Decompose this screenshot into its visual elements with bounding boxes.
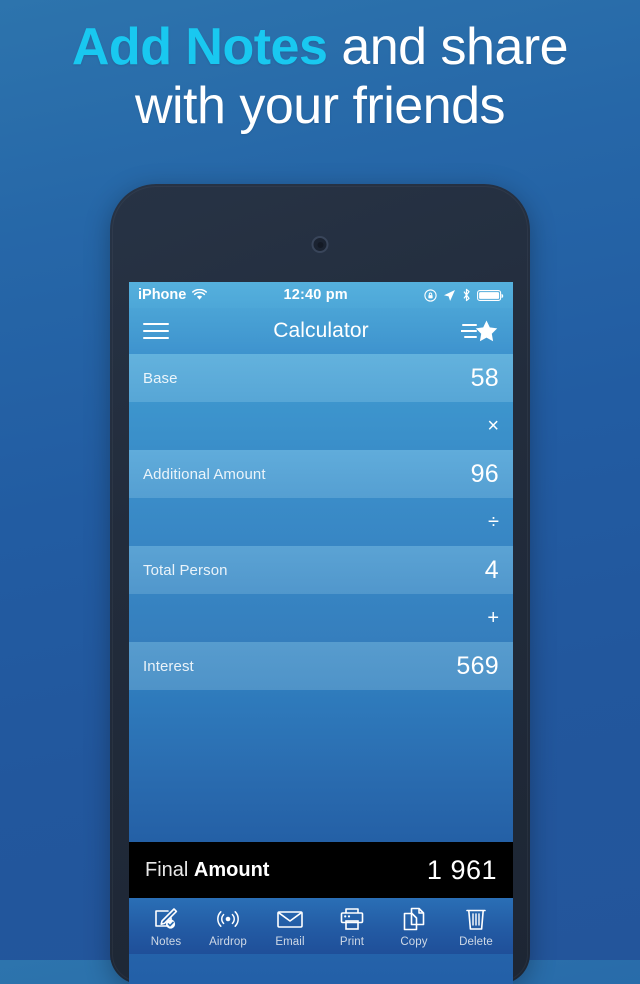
row-value: 96 <box>470 459 499 488</box>
operator-symbol: × <box>487 414 499 437</box>
promo-headline: Add Notes and share with your friends <box>0 18 640 137</box>
front-camera-icon <box>311 236 329 253</box>
calculator-row[interactable]: Total Person 4 <box>129 546 513 594</box>
row-value: 569 <box>456 651 499 680</box>
final-amount-bar: Final Amount 1 961 <box>129 842 513 898</box>
phone-screen: iPhone 12:40 pm Calculator Base 58 × Add… <box>129 282 513 984</box>
rotation-lock-icon <box>424 288 437 302</box>
status-bar-right <box>424 288 504 302</box>
hamburger-line <box>143 330 169 332</box>
calculator-rows: Base 58 × Additional Amount 96 ÷ Total P… <box>129 354 513 842</box>
row-value: 4 <box>484 555 499 584</box>
operator-symbol: ÷ <box>488 510 499 533</box>
empty-area <box>129 690 513 842</box>
headline-line2: with your friends <box>134 77 506 136</box>
calculator-row[interactable]: Base 58 <box>129 354 513 402</box>
toolbar-item-airdrop[interactable]: Airdrop <box>200 905 256 948</box>
envelope-icon <box>276 905 304 933</box>
toolbar-item-notes[interactable]: Notes <box>138 905 194 948</box>
headline-rest: and share <box>327 18 569 76</box>
toolbar-label: Print <box>339 936 365 948</box>
hamburger-line <box>143 337 169 339</box>
operator-row[interactable]: + <box>129 594 513 642</box>
bluetooth-icon <box>462 288 471 302</box>
hamburger-line <box>143 323 169 325</box>
phone-mockup: iPhone 12:40 pm Calculator Base 58 × Add… <box>110 184 530 984</box>
location-arrow-icon <box>443 289 456 302</box>
toolbar-label: Airdrop <box>209 936 247 948</box>
airdrop-icon <box>215 905 241 933</box>
notes-pencil-check-icon <box>153 905 179 933</box>
toolbar-label: Copy <box>400 936 428 948</box>
trash-icon <box>464 905 488 933</box>
printer-icon <box>339 905 365 933</box>
star-shooting-icon[interactable] <box>461 318 499 344</box>
row-value: 58 <box>470 363 499 392</box>
status-bar-time: 12:40 pm <box>283 287 348 303</box>
wifi-icon <box>192 289 208 301</box>
toolbar-item-print[interactable]: Print <box>324 905 380 948</box>
operator-symbol: + <box>487 606 499 629</box>
final-label-light: Final <box>145 858 194 881</box>
row-label: Base <box>143 369 178 387</box>
toolbar-label: Email <box>275 936 305 948</box>
toolbar-item-email[interactable]: Email <box>262 905 318 948</box>
page-title: Calculator <box>273 319 369 342</box>
status-bar-left: iPhone <box>138 287 208 303</box>
hamburger-menu-icon[interactable] <box>143 323 169 339</box>
share-toolbar: Notes Airdrop Email Print Copy Delete <box>129 898 513 954</box>
carrier-label: iPhone <box>138 287 187 303</box>
navigation-bar: Calculator <box>129 308 513 354</box>
copy-pages-icon <box>401 905 427 933</box>
final-label-bold: Amount <box>193 858 270 881</box>
toolbar-label: Notes <box>150 936 182 948</box>
operator-row[interactable]: × <box>129 402 513 450</box>
operator-row[interactable]: ÷ <box>129 498 513 546</box>
final-amount-label: Final Amount <box>145 859 269 882</box>
battery-full-icon <box>477 289 504 302</box>
toolbar-label: Delete <box>459 936 493 948</box>
toolbar-item-delete[interactable]: Delete <box>448 905 504 948</box>
final-amount-value: 1 961 <box>426 854 497 885</box>
row-label: Additional Amount <box>143 465 266 483</box>
toolbar-item-copy[interactable]: Copy <box>386 905 442 948</box>
calculator-row[interactable]: Interest 569 <box>129 642 513 690</box>
status-bar: iPhone 12:40 pm <box>129 282 513 308</box>
row-label: Total Person <box>143 561 228 579</box>
headline-accent: Add Notes <box>71 18 328 76</box>
row-label: Interest <box>143 657 194 675</box>
calculator-row[interactable]: Additional Amount 96 <box>129 450 513 498</box>
